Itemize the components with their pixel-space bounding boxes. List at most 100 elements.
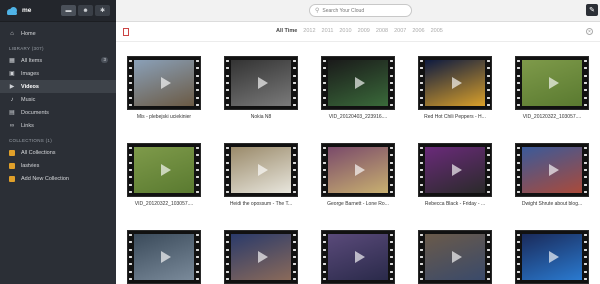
year-filter-option[interactable]: 2007 [394, 28, 406, 34]
close-icon[interactable]: × [586, 28, 593, 35]
video-thumbnail[interactable] [321, 230, 395, 284]
video-thumbnail[interactable] [224, 230, 298, 284]
year-filter-option[interactable]: 2008 [376, 28, 388, 34]
top-bar: ⚲ ✎ [116, 0, 600, 22]
settings-button[interactable]: ✱ [95, 5, 110, 16]
video-thumbnail[interactable] [127, 56, 201, 110]
play-icon[interactable] [355, 251, 365, 263]
play-icon[interactable] [355, 77, 365, 89]
video-title[interactable]: Mis - plebejski uciekinier [124, 114, 204, 120]
video-tile[interactable]: Red Hot Chili Peppers - H... [415, 56, 495, 120]
collection-icon [9, 149, 15, 156]
video-title[interactable]: VID_20120403_223916.... [318, 114, 398, 120]
play-icon[interactable] [258, 164, 268, 176]
sidebar-item-links[interactable]: ∞ Links [0, 119, 116, 132]
search-input[interactable] [322, 7, 403, 14]
play-icon[interactable] [452, 164, 462, 176]
film-holes [486, 57, 491, 109]
home-icon: ⌂ [10, 30, 14, 37]
video-title[interactable]: Nokia N8 [221, 114, 301, 120]
video-title[interactable]: Red Hot Chili Peppers - H... [415, 114, 495, 120]
sidebar-header: me ▬ ☻ ✱ [0, 0, 116, 22]
year-filter-option[interactable]: 2006 [412, 28, 424, 34]
video-thumbnail[interactable] [515, 56, 589, 110]
play-icon[interactable] [258, 251, 268, 263]
sidebar-item-label: lastvies [21, 162, 40, 169]
video-tile[interactable] [512, 230, 592, 284]
video-tile[interactable]: Heidi the opossum - The T... [221, 143, 301, 207]
people-button[interactable]: ☻ [78, 5, 93, 16]
video-tile[interactable] [318, 230, 398, 284]
inbox-button[interactable]: ▬ [61, 5, 76, 16]
video-thumbnail[interactable] [127, 230, 201, 284]
video-tile[interactable]: VID_20120403_223916.... [318, 56, 398, 120]
video-tile[interactable] [221, 230, 301, 284]
video-tile[interactable] [415, 230, 495, 284]
video-tile[interactable] [124, 230, 204, 284]
play-icon[interactable] [161, 251, 171, 263]
video-title[interactable]: George Barnett - Lone Ro... [318, 201, 398, 207]
search-box[interactable]: ⚲ [309, 4, 412, 17]
video-thumbnail[interactable] [418, 56, 492, 110]
film-holes [389, 57, 394, 109]
play-icon[interactable] [161, 164, 171, 176]
year-filter-option[interactable]: All Time [276, 28, 297, 34]
year-filter-option[interactable]: 2011 [322, 28, 334, 34]
film-holes [225, 57, 230, 109]
video-thumbnail[interactable] [127, 143, 201, 197]
film-holes [195, 231, 200, 283]
video-tile[interactable]: VID_20120322_103057.... [512, 56, 592, 120]
year-filter-option[interactable]: 2009 [358, 28, 370, 34]
sidebar-item-collection[interactable]: lastvies [0, 159, 116, 172]
video-tile[interactable]: George Barnett - Lone Ro... [318, 143, 398, 207]
sidebar-item-videos[interactable]: ▶ Videos [0, 80, 116, 93]
sidebar-item-add-collection[interactable]: Add New Collection [0, 172, 116, 185]
sidebar-item-home[interactable]: ⌂ Home [0, 27, 116, 40]
year-filter-option[interactable]: 2012 [303, 28, 315, 34]
video-tile[interactable]: Dwight Shrute about blog... [512, 143, 592, 207]
sidebar-item-documents[interactable]: ▤ Documents [0, 106, 116, 119]
sidebar-item-all-collections[interactable]: All Collections [0, 146, 116, 159]
video-thumbnail[interactable] [418, 230, 492, 284]
video-title[interactable]: VID_20120322_103057.... [124, 201, 204, 207]
video-thumbnail[interactable] [515, 143, 589, 197]
play-icon[interactable] [258, 77, 268, 89]
sidebar-item-label: Videos [21, 83, 39, 90]
share-icon[interactable]: ✎ [586, 4, 598, 16]
pdf-icon[interactable] [123, 28, 129, 36]
year-filter-option[interactable]: 2005 [431, 28, 443, 34]
year-filter-option[interactable]: 2010 [339, 28, 351, 34]
filter-bar: All Time 2012 2011 2010 2009 2008 2007 2006 2005… [116, 22, 600, 42]
video-icon: ▶ [9, 84, 15, 90]
play-icon[interactable] [549, 77, 559, 89]
film-holes [516, 231, 521, 283]
film-holes [516, 144, 521, 196]
sidebar-item-images[interactable]: ▣ Images [0, 67, 116, 80]
film-holes [322, 57, 327, 109]
play-icon[interactable] [355, 164, 365, 176]
play-icon[interactable] [452, 77, 462, 89]
video-thumbnail[interactable] [321, 143, 395, 197]
video-tile[interactable]: VID_20120322_103057.... [124, 143, 204, 207]
sidebar-item-all-items[interactable]: ▦ All Items 3 [0, 54, 116, 67]
film-holes [583, 144, 588, 196]
video-title[interactable]: Rebecca Black - Friday - ... [415, 201, 495, 207]
film-holes [486, 144, 491, 196]
video-thumbnail[interactable] [321, 56, 395, 110]
sidebar-item-label: Links [21, 122, 34, 129]
play-icon[interactable] [549, 251, 559, 263]
video-tile[interactable]: Rebecca Black - Friday - ... [415, 143, 495, 207]
sidebar-item-music[interactable]: ♪ Music [0, 93, 116, 106]
video-title[interactable]: Heidi the opossum - The T... [221, 201, 301, 207]
video-thumbnail[interactable] [224, 56, 298, 110]
video-thumbnail[interactable] [515, 230, 589, 284]
video-tile[interactable]: Mis - plebejski uciekinier [124, 56, 204, 120]
video-tile[interactable]: Nokia N8 [221, 56, 301, 120]
play-icon[interactable] [549, 164, 559, 176]
video-title[interactable]: VID_20120322_103057.... [512, 114, 592, 120]
video-thumbnail[interactable] [224, 143, 298, 197]
play-icon[interactable] [452, 251, 462, 263]
video-title[interactable]: Dwight Shrute about blog... [512, 201, 592, 207]
video-thumbnail[interactable] [418, 143, 492, 197]
play-icon[interactable] [161, 77, 171, 89]
